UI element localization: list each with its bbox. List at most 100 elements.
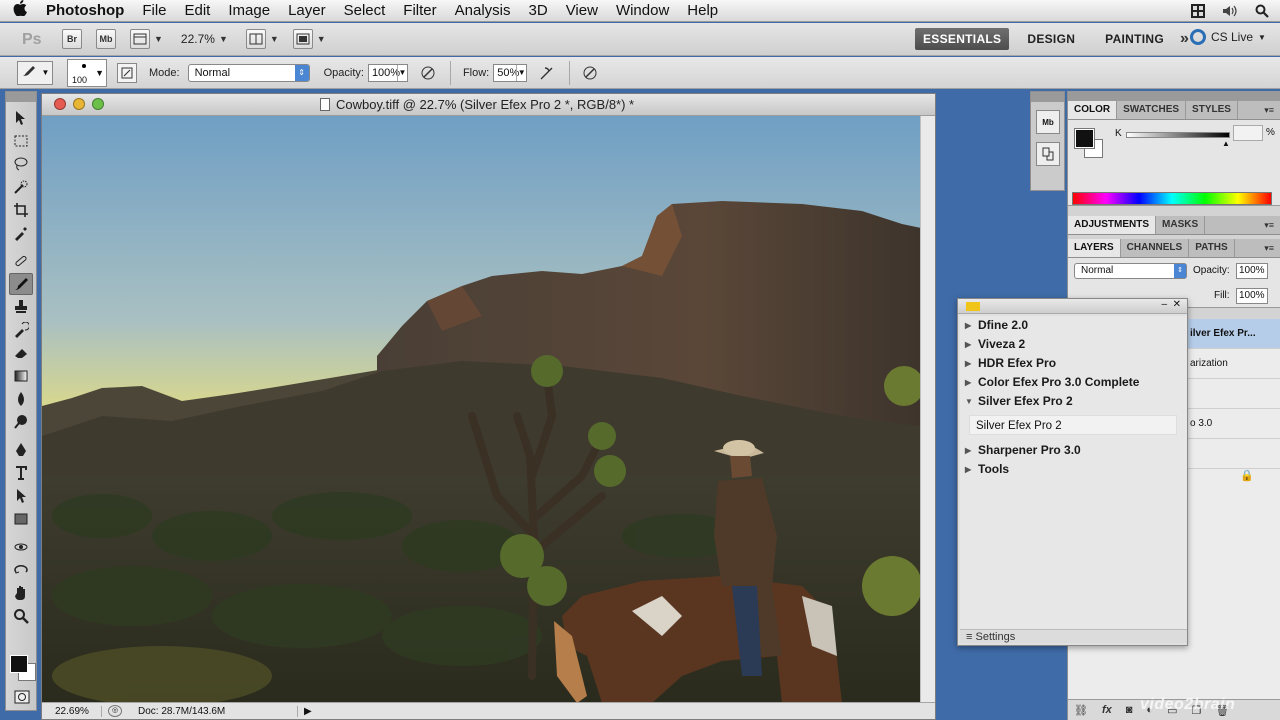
layer-row[interactable] <box>1188 379 1280 409</box>
nik-panel-title-bar[interactable]: – ✕ <box>958 299 1187 314</box>
type-tool-icon[interactable] <box>9 462 33 484</box>
menu-view[interactable]: View <box>557 2 607 19</box>
rectangle-tool-icon[interactable] <box>9 508 33 530</box>
status-menu-arrow-icon[interactable]: ▶ <box>304 706 312 717</box>
layer-row[interactable]: o 3.0 <box>1188 409 1280 439</box>
tab-channels[interactable]: CHANNELS <box>1121 239 1190 257</box>
silver-efex-launch-button[interactable]: Silver Efex Pro 2 <box>969 415 1177 435</box>
screen-mode-dropdown-icon[interactable]: ▼ <box>317 34 326 44</box>
nik-item-hdr-efex[interactable]: ▶ HDR Efex Pro <box>960 354 1187 373</box>
vertical-scrollbar[interactable] <box>920 116 935 703</box>
arrange-documents-button[interactable] <box>245 29 266 49</box>
airbrush-icon[interactable] <box>537 63 557 83</box>
menu-image[interactable]: Image <box>219 2 279 19</box>
crop-tool-icon[interactable] <box>9 199 33 221</box>
apple-menu-icon[interactable] <box>0 0 40 21</box>
foreground-color-swatch[interactable] <box>10 655 28 673</box>
flow-dropdown-icon[interactable]: ▼ <box>516 64 526 81</box>
document-title-bar[interactable]: Cowboy.tiff @ 22.7% (Silver Efex Pro 2 *… <box>42 94 935 116</box>
cs-live-button[interactable]: CS Live ▼ <box>1190 29 1266 45</box>
tab-swatches[interactable]: SWATCHES <box>1117 101 1187 119</box>
3d-orbit-tool-icon[interactable] <box>9 559 33 581</box>
opacity-input[interactable]: 100% ▼ <box>367 63 408 82</box>
healing-brush-tool-icon[interactable] <box>9 250 33 272</box>
gradient-tool-icon[interactable] <box>9 365 33 387</box>
view-extras-dropdown-icon[interactable]: ▼ <box>154 34 163 44</box>
pressure-size-icon[interactable] <box>580 63 600 83</box>
menu-app-name[interactable]: Photoshop <box>40 2 133 19</box>
clone-stamp-tool-icon[interactable] <box>9 296 33 318</box>
move-tool-icon[interactable] <box>9 107 33 129</box>
layer-row[interactable]: ilver Efex Pr... <box>1188 319 1280 349</box>
tab-layers[interactable]: LAYERS <box>1068 239 1121 257</box>
menu-analysis[interactable]: Analysis <box>446 2 520 19</box>
close-window-icon[interactable] <box>54 98 66 110</box>
arrange-dropdown-icon[interactable]: ▼ <box>270 34 279 44</box>
minimize-window-icon[interactable] <box>73 98 85 110</box>
screen-mode-button[interactable] <box>292 29 313 49</box>
menu-3d[interactable]: 3D <box>520 2 557 19</box>
layer-fill-input[interactable]: 100% <box>1236 288 1268 304</box>
menu-help[interactable]: Help <box>678 2 727 19</box>
dodge-tool-icon[interactable] <box>9 411 33 433</box>
panel-menu-icon[interactable]: ▾≡ <box>1264 220 1274 231</box>
status-zoom[interactable]: 22.69% <box>42 705 102 717</box>
tab-masks[interactable]: MASKS <box>1156 216 1206 234</box>
path-selection-tool-icon[interactable] <box>9 485 33 507</box>
brush-panel-toggle-icon[interactable] <box>117 62 137 83</box>
layer-opacity-input[interactable]: 100% <box>1236 263 1268 279</box>
history-brush-tool-icon[interactable] <box>9 319 33 341</box>
zoom-tool-icon[interactable] <box>9 605 33 627</box>
nik-settings-button[interactable]: ≡ Settings <box>960 629 1187 643</box>
minibridge-panel-icon[interactable]: Mb <box>1036 110 1060 134</box>
nik-item-dfine[interactable]: ▶ Dfine 2.0 <box>960 316 1187 335</box>
menu-file[interactable]: File <box>133 2 175 19</box>
k-slider[interactable] <box>1126 132 1230 138</box>
grid-icon[interactable] <box>1190 3 1206 19</box>
volume-icon[interactable] <box>1222 3 1238 19</box>
close-panel-icon[interactable]: ✕ <box>1173 299 1181 310</box>
panel-grip[interactable] <box>1068 91 1280 101</box>
layer-row[interactable] <box>1188 439 1280 469</box>
nik-item-viveza[interactable]: ▶ Viveza 2 <box>960 335 1187 354</box>
nik-item-tools[interactable]: ▶ Tools <box>960 460 1187 479</box>
add-mask-icon[interactable]: ◙ <box>1126 704 1133 716</box>
panel-grip[interactable] <box>6 92 36 102</box>
color-spectrum-ramp[interactable] <box>1072 192 1272 205</box>
brush-tool-icon[interactable] <box>9 273 33 295</box>
color-foreground-swatch[interactable] <box>1074 128 1095 149</box>
opacity-dropdown-icon[interactable]: ▼ <box>396 64 407 81</box>
panel-menu-icon[interactable]: ▾≡ <box>1264 243 1274 254</box>
eyedropper-tool-icon[interactable] <box>9 222 33 244</box>
flow-input[interactable]: 50% ▼ <box>493 63 528 82</box>
menu-select[interactable]: Select <box>335 2 395 19</box>
nik-item-silver-efex[interactable]: ▼ Silver Efex Pro 2 <box>960 392 1187 411</box>
layer-blend-mode-select[interactable]: Normal ⇕ <box>1074 263 1187 279</box>
image-canvas[interactable] <box>42 116 921 703</box>
launch-bridge-button[interactable]: Br <box>62 29 82 49</box>
tab-styles[interactable]: STYLES <box>1186 101 1238 119</box>
quick-mask-icon[interactable] <box>14 690 30 707</box>
menu-edit[interactable]: Edit <box>176 2 220 19</box>
zoom-level[interactable]: 22.7% <box>181 32 215 46</box>
tab-color[interactable]: COLOR <box>1068 101 1118 119</box>
menu-layer[interactable]: Layer <box>279 2 335 19</box>
quick-selection-tool-icon[interactable] <box>9 176 33 198</box>
hand-tool-icon[interactable] <box>9 582 33 604</box>
nik-item-sharpener[interactable]: ▶ Sharpener Pro 3.0 <box>960 441 1187 460</box>
mode-select[interactable]: Normal ⇕ <box>187 63 310 82</box>
spotlight-search-icon[interactable] <box>1254 3 1270 19</box>
pen-tool-icon[interactable] <box>9 439 33 461</box>
view-extras-button[interactable] <box>130 29 150 49</box>
nik-item-color-efex[interactable]: ▶ Color Efex Pro 3.0 Complete <box>960 373 1187 392</box>
workspace-design[interactable]: DESIGN <box>1019 28 1083 50</box>
panel-menu-icon[interactable]: ▾≡ <box>1264 105 1274 116</box>
3d-rotate-tool-icon[interactable] <box>9 536 33 558</box>
brush-preset-picker[interactable]: 100 ▼ <box>67 58 107 87</box>
collapse-panel-icon[interactable]: – <box>1161 299 1167 310</box>
menu-window[interactable]: Window <box>607 2 678 19</box>
zoom-window-icon[interactable] <box>92 98 104 110</box>
marquee-tool-icon[interactable] <box>9 130 33 152</box>
layer-style-icon[interactable]: fx <box>1102 704 1112 716</box>
tab-adjustments[interactable]: ADJUSTMENTS <box>1068 216 1157 234</box>
